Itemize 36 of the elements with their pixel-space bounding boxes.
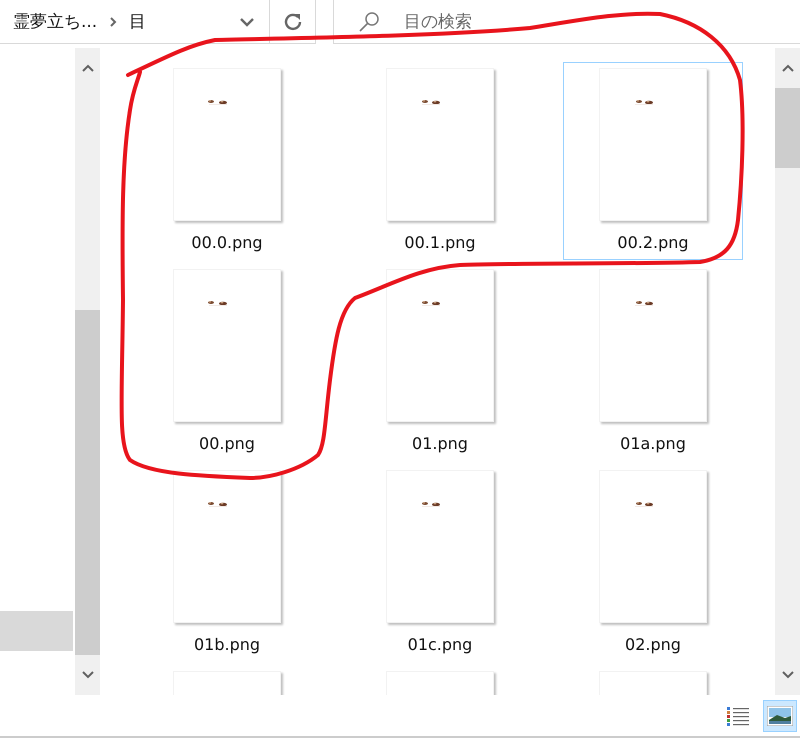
file-name: 01.png <box>412 434 468 453</box>
chevron-up-icon <box>82 64 94 72</box>
breadcrumb-item[interactable]: 目 <box>129 10 146 33</box>
file-name: 00.0.png <box>191 233 263 252</box>
file-name: 02.png <box>625 635 681 654</box>
chevron-down-icon <box>782 671 794 679</box>
file-item[interactable]: 01b.png <box>137 464 317 662</box>
chevron-right-icon <box>109 16 118 28</box>
file-item[interactable]: 00.1.png <box>350 62 530 260</box>
file-item[interactable]: 02.png <box>563 464 743 662</box>
file-name: 00.png <box>199 434 255 453</box>
refresh-icon <box>282 12 302 32</box>
file-name: 01b.png <box>194 635 260 654</box>
search-icon <box>358 10 380 32</box>
dropdown-chevron-icon[interactable] <box>239 17 255 27</box>
file-item[interactable]: 01c.png <box>350 464 530 662</box>
chevron-up-icon <box>782 64 794 72</box>
file-name: 01c.png <box>408 635 472 654</box>
chevron-down-icon <box>82 671 94 679</box>
file-item[interactable]: 01.png <box>350 263 530 461</box>
refresh-button[interactable] <box>270 0 316 44</box>
list-icon <box>726 704 750 726</box>
file-item[interactable]: 01a.png <box>563 263 743 461</box>
large-icons-view-button[interactable] <box>763 700 797 732</box>
breadcrumb-item[interactable]: 霊夢立ち... <box>13 10 98 33</box>
scrollbar-thumb[interactable] <box>75 310 100 655</box>
file-item[interactable]: 00.2.png <box>563 62 743 260</box>
file-item[interactable]: 00.0.png <box>137 62 317 260</box>
file-name: 00.2.png <box>617 233 689 252</box>
address-bar[interactable]: 霊夢立ち... 目 <box>0 0 270 44</box>
search-field[interactable]: 目の検索 <box>402 10 606 32</box>
file-name: 00.1.png <box>404 233 476 252</box>
file-name: 01a.png <box>620 434 686 453</box>
scrollbar-thumb[interactable] <box>775 88 800 168</box>
landscape-icon <box>767 706 793 726</box>
file-item[interactable]: 00.png <box>137 263 317 461</box>
